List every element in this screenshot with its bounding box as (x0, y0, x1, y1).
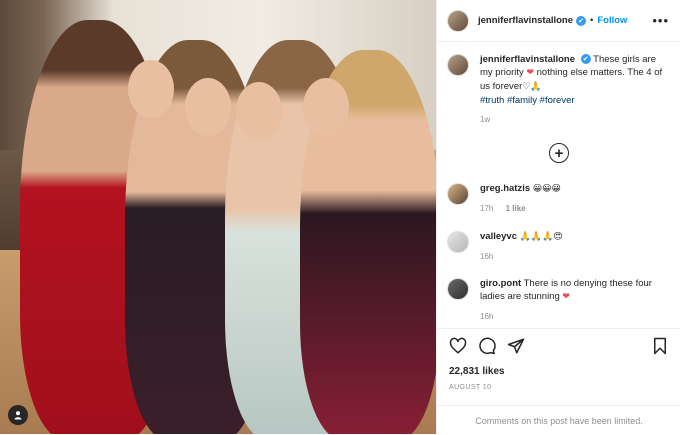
post-date[interactable]: AUGUST 10 (449, 384, 491, 391)
post-sidebar: jenniferflavinstallone ✔ • Follow ••• je… (436, 0, 680, 434)
comment-body: giro.pont There is no denying these four… (480, 277, 671, 323)
comment-meta: 16h (480, 310, 671, 323)
post-actions: 22,831 likes AUGUST 10 Comments on this … (437, 328, 680, 434)
post-photo[interactable] (0, 0, 436, 434)
commenter-avatar[interactable] (447, 183, 469, 205)
caption-body: jenniferflavinstallone ✔ These girls are… (480, 53, 669, 126)
hashtag-family[interactable]: #family (507, 95, 537, 106)
action-icons (447, 335, 671, 357)
comment-row: valleyvc 🙏🙏🙏😍 16h (447, 230, 671, 263)
caption-heart-icon: ❤ (526, 68, 534, 78)
caption-time: 1w (480, 115, 491, 124)
comment-meta: 16h (480, 250, 563, 263)
author-avatar[interactable] (447, 9, 469, 32)
comment-time: 16h (480, 312, 494, 321)
caption-username[interactable]: jenniferflavinstallone (480, 54, 575, 65)
comment-body: valleyvc 🙏🙏🙏😍 16h (480, 230, 563, 263)
share-paper-plane-icon[interactable] (505, 335, 527, 357)
caption-author-avatar[interactable] (447, 54, 469, 76)
more-options-icon[interactable]: ••• (652, 13, 669, 28)
comment-meta: 17h 1 like (480, 202, 561, 215)
commenter-avatar[interactable] (447, 278, 469, 300)
comment-row: greg.hatzis 😀😀😀 17h 1 like (447, 182, 671, 215)
author-username[interactable]: jenniferflavinstallone (478, 15, 573, 26)
verified-badge-icon: ✔ (576, 15, 587, 26)
like-heart-icon[interactable] (447, 335, 469, 357)
comment-like-count[interactable]: 1 like (506, 204, 526, 213)
post-header: jenniferflavinstallone ✔ • Follow ••• (437, 0, 680, 42)
caption-row: jenniferflavinstallone ✔ These girls are… (447, 53, 669, 126)
comment-text: 😀😀😀 (532, 184, 561, 194)
photo-face-4 (303, 78, 349, 136)
comment-time: 17h (480, 204, 494, 213)
photo-face-2 (185, 78, 231, 136)
comment-username[interactable]: valleyvc (480, 231, 517, 242)
comment-body: greg.hatzis 😀😀😀 17h 1 like (480, 182, 561, 215)
comment-heart-icon: ❤ (562, 292, 570, 302)
comment-text: 🙏🙏🙏😍 (519, 232, 563, 242)
comments-section: jenniferflavinstallone ✔ These girls are… (437, 43, 680, 328)
comment-row: giro.pont There is no denying these four… (447, 277, 671, 323)
comment-bubble-icon[interactable] (476, 335, 498, 357)
follow-button[interactable]: Follow (597, 15, 627, 26)
commenter-avatar[interactable] (447, 231, 469, 253)
photo-face-3 (236, 82, 282, 140)
comment-username[interactable]: giro.pont (480, 278, 521, 289)
hashtag-truth[interactable]: #truth (480, 95, 504, 106)
comment-username[interactable]: greg.hatzis (480, 183, 530, 194)
header-separator: • (590, 15, 594, 26)
caption-emoji-end: ♡🙏 (522, 82, 542, 92)
caption-verified-badge-icon: ✔ (580, 54, 591, 65)
save-bookmark-icon[interactable] (649, 335, 671, 357)
comments-limited-notice: Comments on this post have been limited. (437, 405, 680, 435)
hashtag-forever[interactable]: #forever (540, 95, 575, 106)
photo-face-1 (128, 60, 174, 118)
instagram-post-modal: jenniferflavinstallone ✔ • Follow ••• je… (0, 0, 680, 434)
comment-time: 16h (480, 252, 494, 261)
load-more-comments-button[interactable]: + (549, 143, 569, 163)
tagged-user-icon[interactable] (8, 405, 28, 425)
like-count[interactable]: 22,831 likes (449, 366, 505, 377)
